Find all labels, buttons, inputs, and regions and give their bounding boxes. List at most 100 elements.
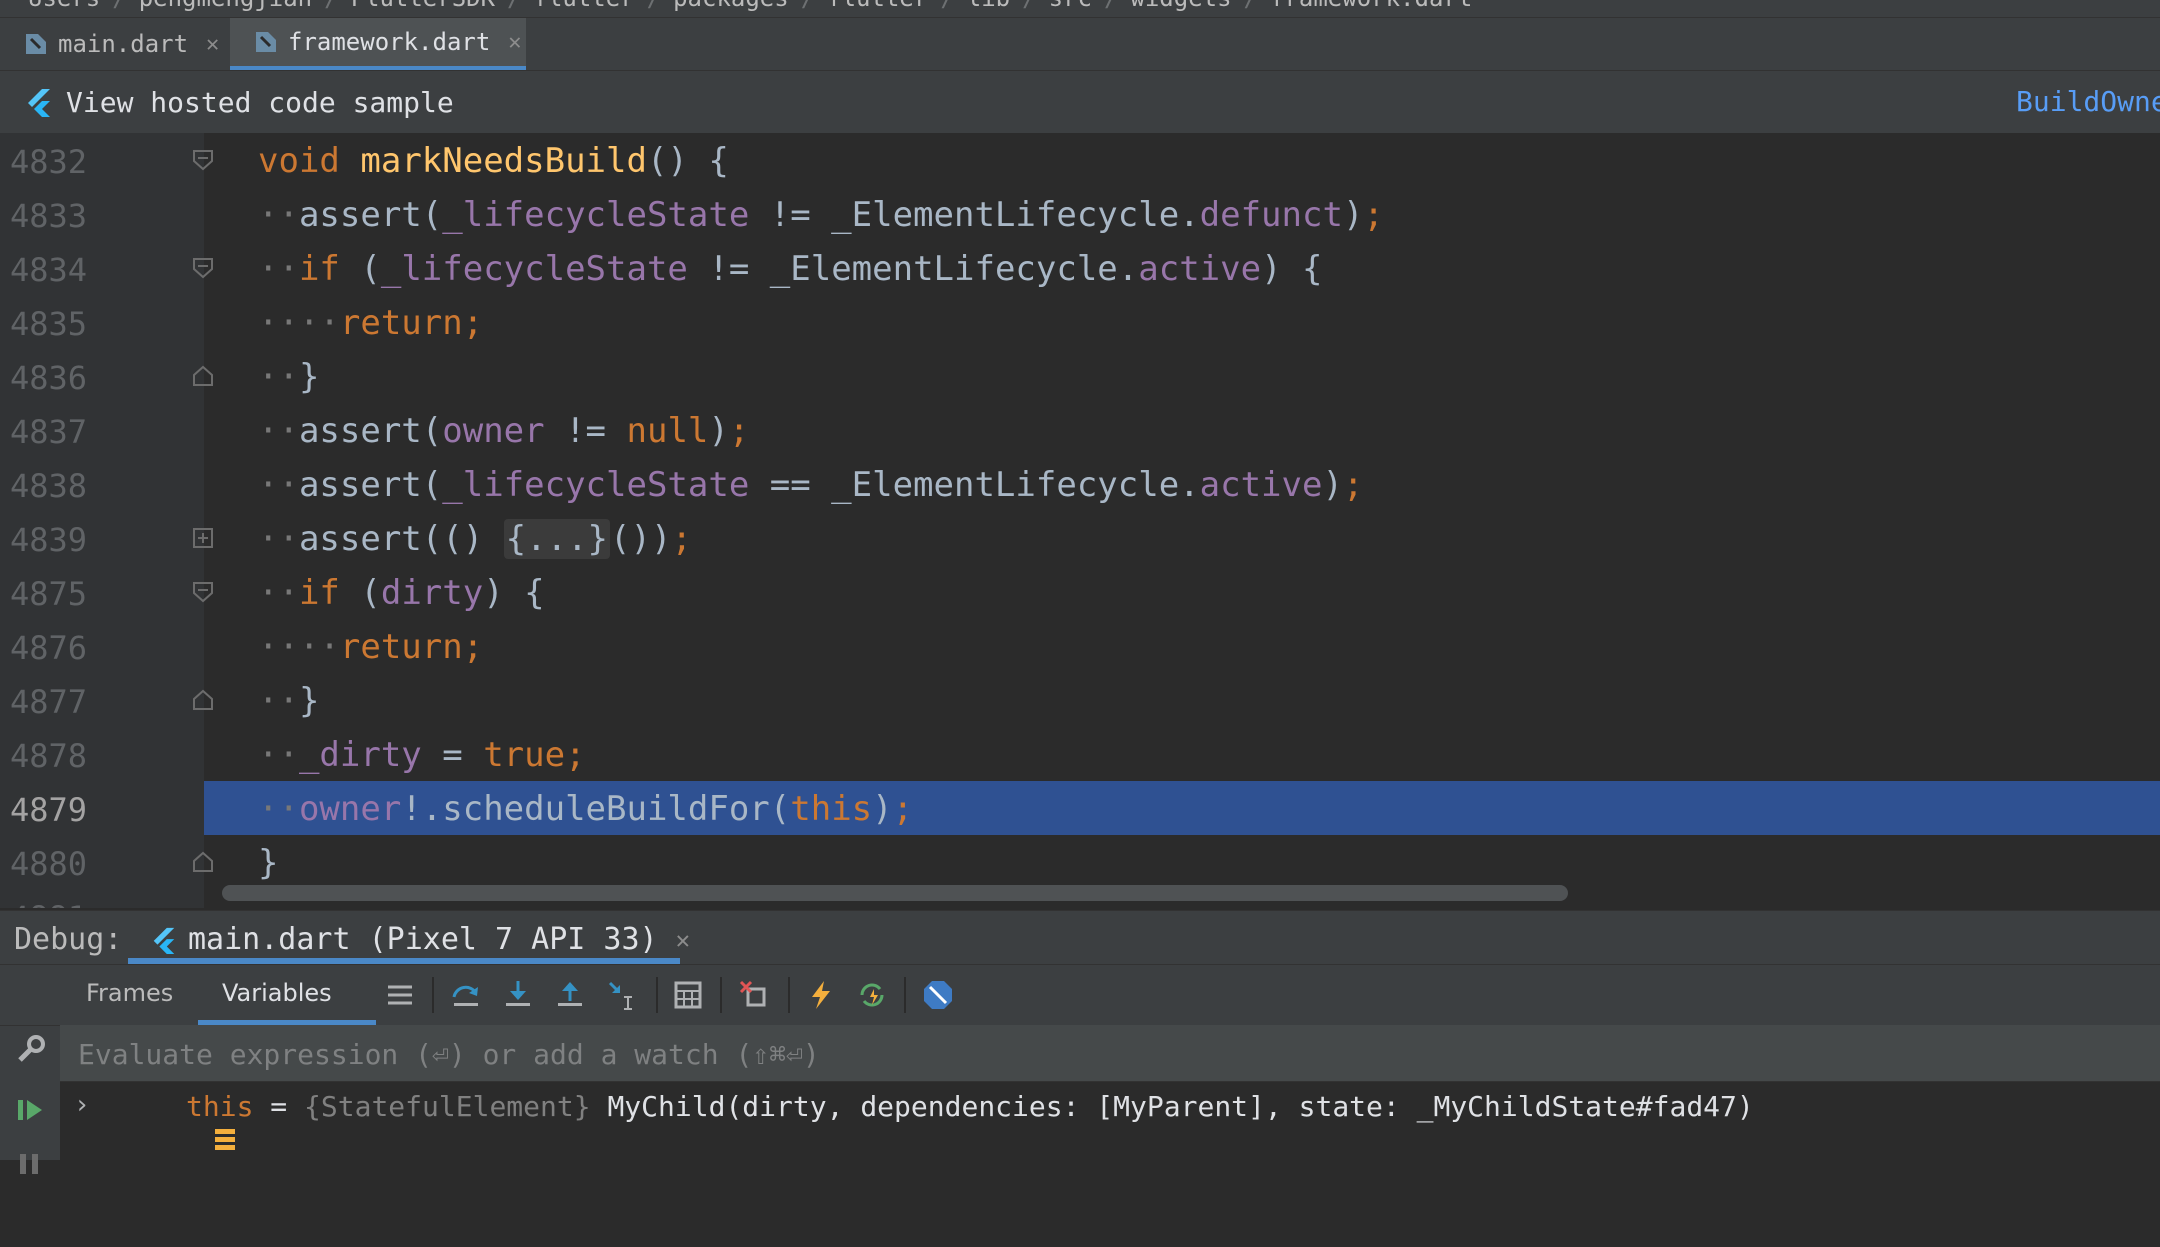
line-number: 4837 (10, 413, 88, 451)
run-to-cursor-icon[interactable] (606, 979, 638, 1011)
flutter-icon (24, 87, 54, 117)
build-owner-link[interactable]: BuildOwner (2016, 85, 2160, 118)
variable-field-icon (114, 1092, 236, 1150)
line-number: 4833 (10, 197, 88, 235)
breadcrumb-separator: / (507, 0, 521, 12)
breadcrumb-item[interactable]: flutter (534, 0, 635, 12)
breadcrumb-item[interactable]: packages (673, 0, 789, 12)
step-out-icon[interactable] (554, 979, 586, 1011)
code-line: 4838 ··assert(_lifecycleState == _Elemen… (0, 457, 2160, 511)
code-line: 4837 ··assert(owner != null); (0, 403, 2160, 457)
pause-icon[interactable] (14, 1150, 46, 1182)
tab-label: main.dart (58, 30, 189, 58)
line-number: 4877 (10, 683, 88, 721)
resume-icon[interactable] (14, 1094, 46, 1126)
code-line: 4877 ··} (0, 673, 2160, 727)
line-number: 4834 (10, 251, 88, 289)
dart-file-icon (252, 28, 280, 56)
evaluate-expression-icon[interactable] (672, 979, 704, 1011)
expand-chevron-icon[interactable]: › (74, 1090, 90, 1120)
line-number: 4839 (10, 521, 88, 559)
fold-marker-icon[interactable] (192, 581, 214, 603)
fold-end-icon[interactable] (192, 851, 214, 873)
fold-end-icon[interactable] (192, 365, 214, 387)
code-text: ··} (258, 357, 320, 397)
debug-label: Debug: (14, 922, 123, 957)
code-line: 4835 ····return; (0, 295, 2160, 349)
code-text: ··if (_lifecycleState != _ElementLifecyc… (258, 249, 1323, 289)
code-text: ··if (dirty) { (258, 573, 545, 613)
code-text: ··assert(_lifecycleState != _ElementLife… (258, 195, 1384, 235)
code-line: 4834 ··if (_lifecycleState != _ElementLi… (0, 241, 2160, 295)
breadcrumb-separator: / (112, 0, 126, 12)
breadcrumb-separator: / (1022, 0, 1036, 12)
breadcrumb-item[interactable]: framework.dart (1270, 0, 1472, 12)
code-text: ····return; (258, 627, 484, 667)
breadcrumb-separator: / (940, 0, 954, 12)
step-into-icon[interactable] (502, 979, 534, 1011)
wrench-icon[interactable] (14, 1034, 46, 1066)
variable-type: {StatefulElement} (304, 1090, 591, 1123)
expand-fold-icon[interactable] (192, 527, 214, 549)
tab-variables[interactable]: Variables (222, 979, 332, 1007)
code-text: ··_dirty = true; (258, 735, 586, 775)
view-hosted-code-sample-link[interactable]: View hosted code sample (66, 86, 454, 119)
tab-main-dart[interactable]: main.dart ✕ (0, 18, 235, 70)
breadcrumb-item[interactable]: src (1049, 0, 1092, 12)
hot-restart-icon[interactable] (856, 979, 888, 1011)
line-number: 4838 (10, 467, 88, 505)
breadcrumb-separator: / (1244, 0, 1258, 12)
breadcrumb-separator: / (324, 0, 338, 12)
tab-frames[interactable]: Frames (86, 979, 173, 1007)
dart-file-icon (22, 30, 50, 58)
horizontal-scrollbar[interactable] (222, 885, 1568, 901)
line-number: 4881 (10, 899, 87, 908)
code-text: ··assert(owner != null); (258, 411, 750, 451)
breadcrumb-item[interactable]: widgets (1130, 0, 1231, 12)
code-line: 4836 ··} (0, 349, 2160, 403)
breadcrumb-separator: / (647, 0, 661, 12)
layout-menu-icon[interactable] (384, 979, 416, 1011)
dart-devtools-icon[interactable] (922, 979, 954, 1011)
code-text: ····return; (258, 303, 484, 343)
fold-marker-icon[interactable] (192, 149, 214, 171)
debugger-toolbar: Frames Variables (0, 964, 2160, 1026)
fold-end-icon[interactable] (192, 689, 214, 711)
code-text: ··assert(_lifecycleState == _ElementLife… (258, 465, 1364, 505)
hot-reload-icon[interactable] (804, 979, 836, 1011)
line-number: 4880 (10, 845, 88, 883)
code-line: 4875 ··if (dirty) { (0, 565, 2160, 619)
breadcrumb-item[interactable]: Users (28, 0, 100, 12)
toolbar-separator (904, 977, 906, 1013)
debug-session-tab[interactable]: main.dart (Pixel 7 API 33) ✕ (150, 922, 690, 957)
code-line: 4880 } (0, 835, 2160, 889)
code-text: } (258, 843, 279, 883)
code-line: 4878 ··_dirty = true; (0, 727, 2160, 781)
evaluate-expression-input[interactable] (76, 1033, 1680, 1075)
breadcrumb: Users / pengmengjian / FlutterSDK / flutter / pa… (0, 0, 2160, 18)
breadcrumb-item[interactable]: flutter (827, 0, 928, 12)
breadcrumb-item[interactable]: FlutterSDK (351, 0, 496, 12)
code-editor[interactable]: 4832 void markNeedsBuild() { 4833 ··asse… (0, 133, 2160, 908)
mute-breakpoints-icon[interactable] (738, 979, 770, 1011)
toolbar-separator (788, 977, 790, 1013)
evaluate-expression-bar (60, 1025, 2160, 1082)
line-number: 4878 (10, 737, 88, 775)
breadcrumb-item[interactable]: lib (967, 0, 1010, 12)
line-number: 4835 (10, 305, 88, 343)
step-over-icon[interactable] (450, 979, 482, 1011)
flutter-icon (150, 926, 178, 954)
editor-tab-bar: main.dart ✕ framework.dart ✕ (0, 18, 2160, 71)
variable-row[interactable]: › this = {StatefulElement} MyChild(dirty… (60, 1082, 2160, 1150)
breadcrumb-item[interactable]: pengmengjian (139, 0, 312, 12)
line-number: 4879 (10, 791, 88, 829)
close-icon[interactable]: ✕ (508, 30, 521, 55)
close-icon[interactable]: ✕ (206, 32, 219, 57)
code-line: 4839 ··assert(() {...}()); (0, 511, 2160, 565)
fold-marker-icon[interactable] (192, 257, 214, 279)
code-text: ··owner!.scheduleBuildFor(this); (258, 789, 914, 829)
variable-value: MyChild(dirty, dependencies: [MyParent],… (590, 1090, 1754, 1123)
tab-framework-dart[interactable]: framework.dart ✕ (230, 18, 526, 70)
line-number: 4876 (10, 629, 88, 667)
close-icon[interactable]: ✕ (676, 926, 690, 954)
